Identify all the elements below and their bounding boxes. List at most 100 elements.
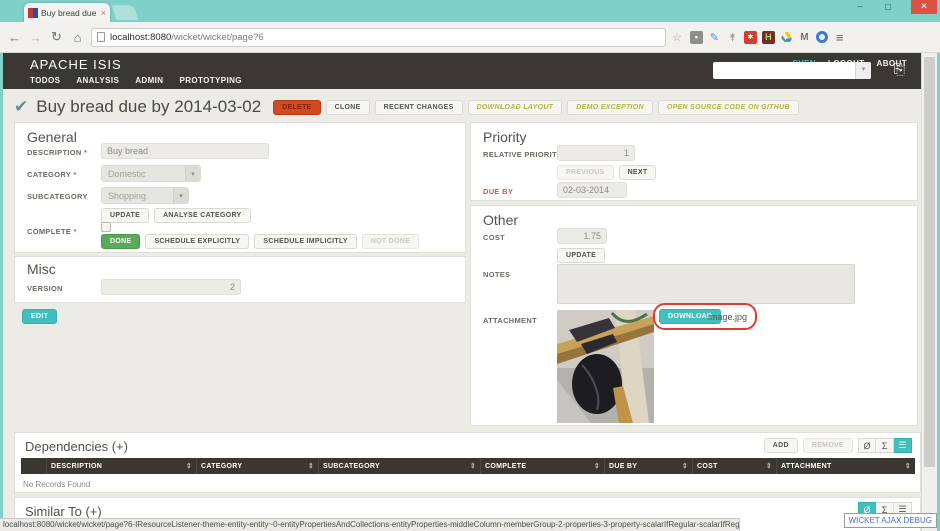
open-source-button[interactable]: OPEN SOURCE CODE ON GITHUB — [658, 100, 799, 115]
maximize-button[interactable]: ▢ — [876, 0, 900, 14]
sort-icon[interactable]: ⇕ — [682, 462, 688, 470]
select-arrow-icon: ▾ — [185, 166, 200, 181]
recent-changes-button[interactable]: RECENT CHANGES — [375, 100, 463, 115]
summary-view-icon[interactable]: Σ — [876, 438, 894, 453]
chrome-menu-icon[interactable]: ≡ — [836, 30, 844, 45]
copy-icon[interactable]: ⎘ — [894, 61, 905, 78]
complete-label: COMPLETE * — [27, 227, 77, 236]
subcategory-label: SUBCATEGORY — [27, 192, 88, 201]
schedule-implicitly-button[interactable]: SCHEDULE IMPLICITLY — [254, 234, 356, 249]
minimize-button[interactable]: – — [848, 0, 872, 14]
edit-button[interactable]: EDIT — [22, 309, 57, 324]
red-annotation — [653, 303, 757, 330]
extension-icon-m[interactable]: M — [798, 31, 811, 44]
remove-button: REMOVE — [803, 438, 853, 453]
extension-icons: ▪ ✎ ⚵ ✱ H M — [690, 31, 828, 44]
new-tab-button[interactable] — [112, 5, 139, 20]
page-title: Buy bread due by 2014-03-02 — [36, 97, 261, 117]
column-category[interactable]: CATEGORY⇕ — [197, 458, 319, 474]
sort-icon[interactable]: ⇕ — [308, 462, 314, 470]
column-description[interactable]: DESCRIPTION⇕ — [47, 458, 197, 474]
due-by-input[interactable] — [557, 182, 627, 198]
app-menu: TODOS ANALYSIS ADMIN PROTOTYPING — [30, 76, 242, 85]
vertical-scrollbar[interactable] — [921, 53, 937, 531]
due-by-label: DUE BY — [483, 187, 513, 196]
dependencies-panel: Dependencies (+) ADD REMOVE Ø Σ ☰ DESCRI… — [14, 432, 921, 493]
wicket-ajax-debug-link[interactable]: WICKET AJAX DEBUG — [844, 513, 937, 528]
scrollbar-thumb[interactable] — [924, 57, 935, 467]
sort-icon[interactable]: ⇕ — [470, 462, 476, 470]
description-input[interactable] — [101, 143, 269, 159]
add-button[interactable]: ADD — [764, 438, 798, 453]
menu-item-prototyping[interactable]: PROTOTYPING — [179, 76, 241, 85]
sort-icon[interactable]: ⇕ — [594, 462, 600, 470]
priority-panel: Priority RELATIVE PRIORITY PREVIOUS NEXT… — [470, 122, 918, 201]
relative-priority-label: RELATIVE PRIORITY — [483, 150, 562, 159]
sort-icon[interactable]: ⇕ — [905, 462, 911, 470]
tab-close-icon[interactable]: × — [101, 8, 106, 18]
column-attachment[interactable]: ATTACHMENT⇕ — [777, 458, 915, 474]
next-button[interactable]: NEXT — [619, 165, 657, 180]
previous-button: PREVIOUS — [557, 165, 614, 180]
extension-icon-feather[interactable]: ✎ — [708, 31, 721, 44]
extension-icon-1[interactable]: ▪ — [690, 31, 703, 44]
menu-item-admin[interactable]: ADMIN — [135, 76, 163, 85]
search-select[interactable]: ▾ — [713, 62, 871, 79]
download-layout-button[interactable]: DOWNLOAD LAYOUT — [468, 100, 563, 115]
close-button[interactable]: ✕ — [911, 0, 937, 14]
subcategory-select[interactable]: Shopping ▾ — [101, 187, 189, 204]
notes-textarea[interactable] — [557, 264, 855, 304]
extension-icon-circle[interactable] — [816, 31, 828, 43]
complete-checkbox[interactable] — [101, 222, 111, 232]
todo-check-icon: ✔ — [14, 97, 28, 117]
menu-item-analysis[interactable]: ANALYSIS — [76, 76, 119, 85]
bookmark-star-icon[interactable]: ☆ — [672, 31, 682, 44]
select-column-header[interactable] — [21, 458, 47, 474]
column-due-by[interactable]: DUE BY⇕ — [605, 458, 693, 474]
description-label: DESCRIPTION * — [27, 148, 87, 157]
priority-heading: Priority — [483, 129, 527, 145]
browser-tab[interactable]: Buy bread due by 20 × — [24, 3, 110, 22]
sort-icon[interactable]: ⇕ — [186, 462, 192, 470]
update-button[interactable]: UPDATE — [101, 208, 149, 223]
brand-title: APACHE ISIS — [30, 57, 122, 72]
extension-icon-red[interactable]: ✱ — [744, 31, 757, 44]
dependencies-heading: Dependencies (+) — [25, 439, 128, 454]
column-cost[interactable]: COST⇕ — [693, 458, 777, 474]
column-complete[interactable]: COMPLETE⇕ — [481, 458, 605, 474]
extension-icon-drive[interactable] — [780, 31, 793, 44]
misc-heading: Misc — [27, 261, 56, 277]
category-label: CATEGORY * — [27, 170, 77, 179]
window-left-border — [0, 53, 3, 531]
delete-button[interactable]: DELETE — [273, 100, 320, 115]
select-arrow-icon[interactable]: ▾ — [855, 62, 871, 79]
version-input — [101, 279, 241, 295]
demo-exception-button[interactable]: DEMO EXCEPTION — [567, 100, 653, 115]
general-panel: General DESCRIPTION * CATEGORY * Domesti… — [14, 122, 466, 253]
version-label: VERSION — [27, 284, 63, 293]
clone-button[interactable]: CLONE — [326, 100, 370, 115]
list-view-icon[interactable]: ☰ — [894, 438, 912, 453]
cost-input — [557, 228, 607, 244]
page-icon — [97, 32, 105, 42]
analyse-category-button[interactable]: ANALYSE CATEGORY — [154, 208, 250, 223]
sort-icon[interactable]: ⇕ — [766, 462, 772, 470]
schedule-explicitly-button[interactable]: SCHEDULE EXPLICITLY — [145, 234, 249, 249]
column-subcategory[interactable]: SUBCATEGORY⇕ — [319, 458, 481, 474]
no-records-text: No Records Found — [23, 480, 90, 489]
extension-icon-antenna[interactable]: ⚵ — [726, 31, 739, 44]
extension-icon-h[interactable]: H — [762, 31, 775, 44]
cost-label: COST — [483, 233, 505, 242]
hide-collection-icon[interactable]: Ø — [858, 438, 876, 453]
home-icon[interactable]: ⌂ — [67, 30, 88, 45]
reload-icon[interactable]: ↻ — [46, 29, 67, 45]
favicon — [28, 8, 38, 18]
entity-title-row: ✔ Buy bread due by 2014-03-02 DELETE CLO… — [14, 97, 799, 117]
address-bar[interactable]: localhost:8080 /wicket/wicket/page?6 — [91, 28, 666, 47]
forward-icon[interactable]: → — [25, 30, 46, 45]
update-cost-button[interactable]: UPDATE — [557, 248, 605, 263]
done-button[interactable]: DONE — [101, 234, 140, 249]
menu-item-todos[interactable]: TODOS — [30, 76, 60, 85]
category-select[interactable]: Domestic ▾ — [101, 165, 201, 182]
back-icon[interactable]: ← — [4, 30, 25, 45]
